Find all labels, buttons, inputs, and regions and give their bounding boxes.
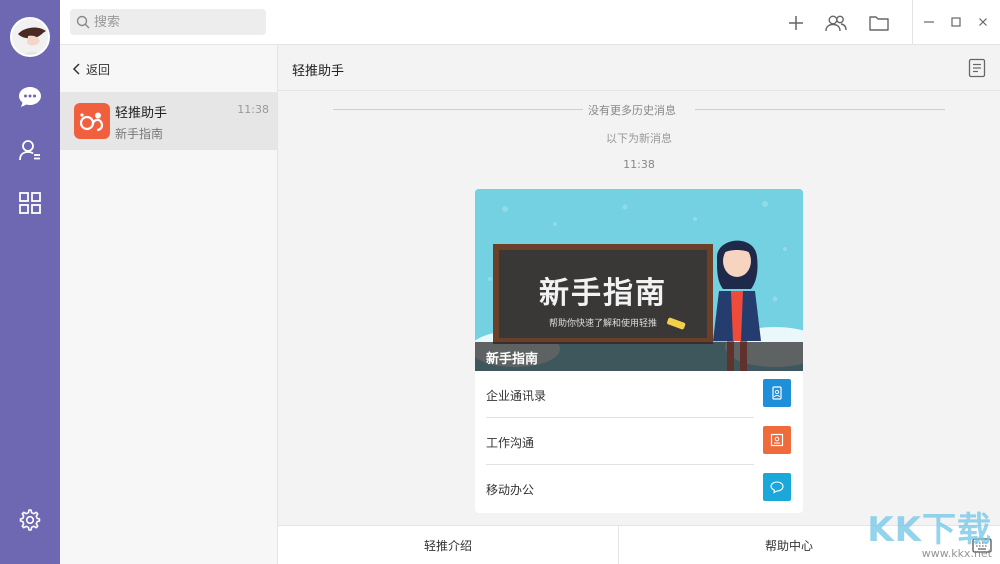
plus-icon (789, 16, 803, 30)
document-icon (968, 58, 986, 78)
chat-info-button[interactable] (968, 58, 988, 78)
group-users-icon (825, 15, 847, 32)
chalk-icon (667, 317, 686, 330)
conversation-name: 轻推助手 (115, 106, 168, 121)
search-icon (76, 15, 90, 29)
guide-banner[interactable]: 新手指南 帮助你快速了解和使用轻推 新手指南 (475, 189, 803, 371)
guide-card-message[interactable]: 新手指南 帮助你快速了解和使用轻推 新手指南 企业通讯录 工作沟通 移动办公 (475, 189, 803, 513)
close-button[interactable] (975, 14, 991, 30)
card-item-contacts[interactable]: 企业通讯录 (475, 371, 803, 418)
conversation-list-pane: 返回 轻推助手 新手指南 11:38 (60, 45, 278, 564)
apps-nav-button[interactable] (15, 188, 45, 218)
chat-pane: 轻推助手 没有更多历史消息 以下为新消息 11:38 新手指南 帮助你快速了解和… (278, 45, 1000, 564)
gear-icon (19, 509, 41, 531)
id-card-icon (770, 433, 784, 447)
no-more-history-text: 没有更多历史消息 (588, 104, 676, 117)
add-button[interactable] (785, 12, 807, 34)
search-box[interactable] (70, 9, 266, 35)
card-item-label: 移动办公 (486, 483, 535, 497)
settings-button[interactable] (15, 505, 45, 535)
maximize-button[interactable] (948, 14, 964, 30)
qingtui-logo-icon (79, 112, 104, 132)
chat-title: 轻推助手 (292, 64, 345, 79)
avatar-image-icon (12, 19, 48, 55)
watermark: KK下载 www.kkx.net (867, 502, 992, 560)
chat-header: 轻推助手 (278, 45, 1000, 91)
topbar-separator (912, 0, 913, 45)
messages-nav-button[interactable] (15, 82, 45, 112)
menu-intro-button[interactable]: 轻推介绍 (278, 526, 618, 564)
app-logo (74, 103, 110, 139)
conversation-item[interactable]: 轻推助手 新手指南 11:38 (60, 92, 277, 150)
contacts-card-icon (763, 379, 791, 407)
minimize-icon (924, 21, 934, 23)
back-label: 返回 (86, 62, 111, 77)
back-button[interactable]: 返回 (72, 59, 110, 79)
search-input[interactable] (94, 14, 254, 30)
grid-apps-icon (19, 192, 41, 214)
chat-icon (770, 481, 784, 494)
new-messages-label: 以下为新消息 (606, 132, 672, 145)
chat-bubble-icon (19, 87, 41, 107)
contacts-nav-button[interactable] (15, 135, 45, 165)
conversation-time: 11:38 (237, 103, 269, 116)
card-item-label: 工作沟通 (486, 436, 535, 450)
top-bar (60, 0, 1000, 45)
history-divider-left (333, 109, 583, 110)
communication-card-icon (763, 426, 791, 454)
chevron-left-icon (72, 63, 80, 75)
banner-caption: 新手指南 (486, 352, 539, 367)
card-item-mobile-office[interactable]: 移动办公 (475, 465, 803, 512)
watermark-logo-text: KK下载 (867, 510, 992, 550)
message-time: 11:38 (623, 158, 655, 171)
minimize-button[interactable] (921, 14, 937, 30)
left-rail (0, 0, 60, 564)
files-button[interactable] (868, 12, 890, 34)
history-divider-right (695, 109, 945, 110)
contacts-icon (19, 140, 40, 161)
phonebook-icon (772, 386, 782, 400)
banner-title: 新手指南 (539, 276, 667, 311)
close-icon (979, 18, 987, 26)
avatar[interactable] (10, 17, 50, 57)
group-button[interactable] (825, 12, 847, 34)
maximize-icon (951, 17, 961, 27)
folder-icon (869, 16, 889, 31)
card-item-label: 企业通讯录 (486, 389, 547, 403)
card-item-communication[interactable]: 工作沟通 (475, 418, 803, 465)
conversation-preview: 新手指南 (115, 127, 164, 141)
mobile-office-card-icon (763, 473, 791, 501)
